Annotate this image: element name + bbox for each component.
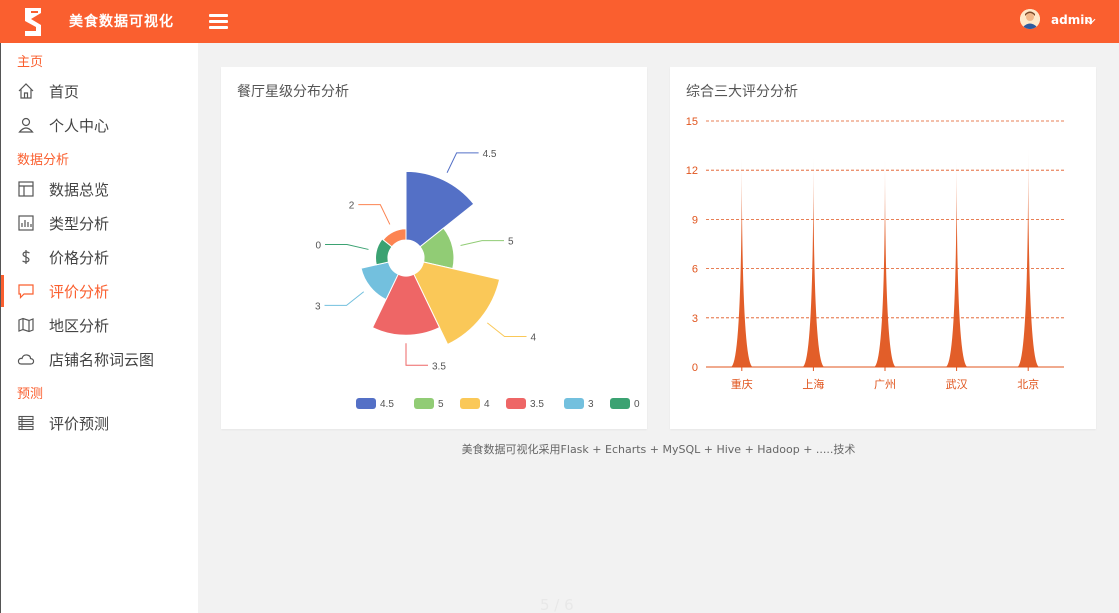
avatar[interactable]	[1020, 9, 1040, 29]
sidebar-item-overview[interactable]: 数据总览	[1, 173, 198, 205]
comment-icon	[18, 284, 34, 299]
spike-bar	[730, 157, 753, 367]
y-tick-label: 9	[692, 214, 698, 226]
pie-label: 4.5	[483, 149, 497, 160]
x-tick-label: 上海	[802, 377, 824, 391]
page-indicator: 5 / 6	[540, 596, 574, 613]
legend-label: 3.5	[530, 399, 544, 410]
sidebar-section-home: 主页	[17, 55, 44, 70]
legend-label: 4.5	[380, 399, 394, 410]
star-distribution-chart: 4.5543.53024.5543.5302	[315, 149, 640, 410]
sidebar-item-type[interactable]: 类型分析	[1, 207, 198, 239]
star-distribution-card: 餐厅星级分布分析 4.5543.53024.5543.5302	[221, 67, 647, 429]
legend-label: 0	[634, 399, 640, 410]
sidebar-item-label: 个人中心	[49, 117, 110, 135]
sidebar-item-label: 店铺名称词云图	[49, 351, 155, 369]
pie-label-line	[446, 152, 479, 173]
y-tick-label: 3	[692, 313, 698, 325]
sidebar-item-profile[interactable]: 个人中心	[1, 109, 198, 141]
menu-toggle-icon[interactable]	[209, 14, 228, 29]
rating-analysis-card: 综合三大评分分析 0 3 6 9 12 15 重庆 上海 广州 武汉 北京	[670, 67, 1096, 429]
y-tick-label: 15	[686, 116, 698, 128]
pie-label-line	[324, 291, 365, 306]
pie-label: 3.5	[432, 361, 446, 372]
sidebar: 主页 首页 个人中心 数据分析 数据总览 类型分析 价格分析 评价分析 地区分析…	[0, 43, 198, 613]
sidebar-item-label: 评价预测	[49, 415, 110, 433]
y-tick-label: 6	[692, 264, 698, 276]
dollar-icon	[22, 250, 30, 264]
legend-swatch	[506, 398, 526, 409]
pie-label-line	[325, 244, 369, 250]
legend-swatch	[414, 398, 434, 409]
sidebar-item-predict[interactable]: 评价预测	[1, 407, 198, 439]
legend-swatch	[564, 398, 584, 409]
logo-icon	[25, 8, 41, 36]
sidebar-item-label: 数据总览	[49, 181, 110, 199]
legend-label: 5	[438, 399, 444, 410]
pie-label-line	[358, 204, 391, 225]
legend-label: 3	[588, 399, 594, 410]
sidebar-section-predict: 预测	[17, 387, 44, 402]
home-icon	[18, 83, 34, 99]
sidebar-item-label: 首页	[49, 83, 80, 101]
pie-label: 4	[531, 333, 537, 344]
sidebar-item-label: 评价分析	[49, 283, 110, 301]
bar-chart-icon	[18, 215, 34, 231]
x-tick-label: 北京	[1017, 377, 1039, 391]
map-icon	[18, 317, 34, 333]
sidebar-section-analysis: 数据分析	[17, 153, 70, 168]
spike-bar	[874, 158, 896, 367]
pie-label-line	[405, 343, 428, 366]
app-title: 美食数据可视化	[69, 14, 174, 30]
cloud-icon	[17, 354, 35, 365]
legend-swatch	[460, 398, 480, 409]
sidebar-item-label: 价格分析	[49, 249, 110, 267]
legend-swatch	[356, 398, 376, 409]
sidebar-item-label: 地区分析	[49, 317, 110, 335]
list-icon	[18, 415, 34, 431]
sidebar-item-wordcloud[interactable]: 店铺名称词云图	[1, 343, 198, 375]
x-tick-label: 广州	[874, 378, 896, 391]
legend-swatch	[610, 398, 630, 409]
layout-icon	[18, 181, 34, 197]
x-tick-label: 武汉	[946, 378, 968, 391]
sidebar-item-rating[interactable]: 评价分析	[1, 275, 198, 307]
pie-label-line	[460, 240, 504, 247]
legend-label: 4	[484, 399, 490, 410]
sidebar-item-region[interactable]: 地区分析	[1, 309, 198, 341]
sidebar-item-home[interactable]: 首页	[1, 75, 198, 107]
pie-label: 2	[349, 201, 355, 212]
rating-analysis-chart: 0 3 6 9 12 15 重庆 上海 广州 武汉 北京	[686, 116, 1064, 391]
spike-bar	[945, 158, 968, 367]
y-tick-label: 12	[686, 165, 698, 177]
pie-label: 0	[315, 241, 321, 252]
spike-bar	[802, 157, 825, 367]
pie-label: 5	[508, 237, 514, 248]
x-tick-label: 重庆	[731, 377, 753, 391]
spike-bar	[1017, 148, 1040, 367]
pie-label-line	[486, 322, 527, 338]
y-tick-label: 0	[692, 362, 698, 374]
top-bar: 美食数据可视化 admin	[0, 0, 1119, 43]
sidebar-item-price[interactable]: 价格分析	[1, 241, 198, 273]
sidebar-item-label: 类型分析	[49, 215, 110, 233]
pie-label: 3	[315, 301, 321, 312]
footer-text: 美食数据可视化采用Flask + Echarts + MySQL + Hive …	[461, 443, 856, 456]
user-icon	[18, 117, 34, 133]
